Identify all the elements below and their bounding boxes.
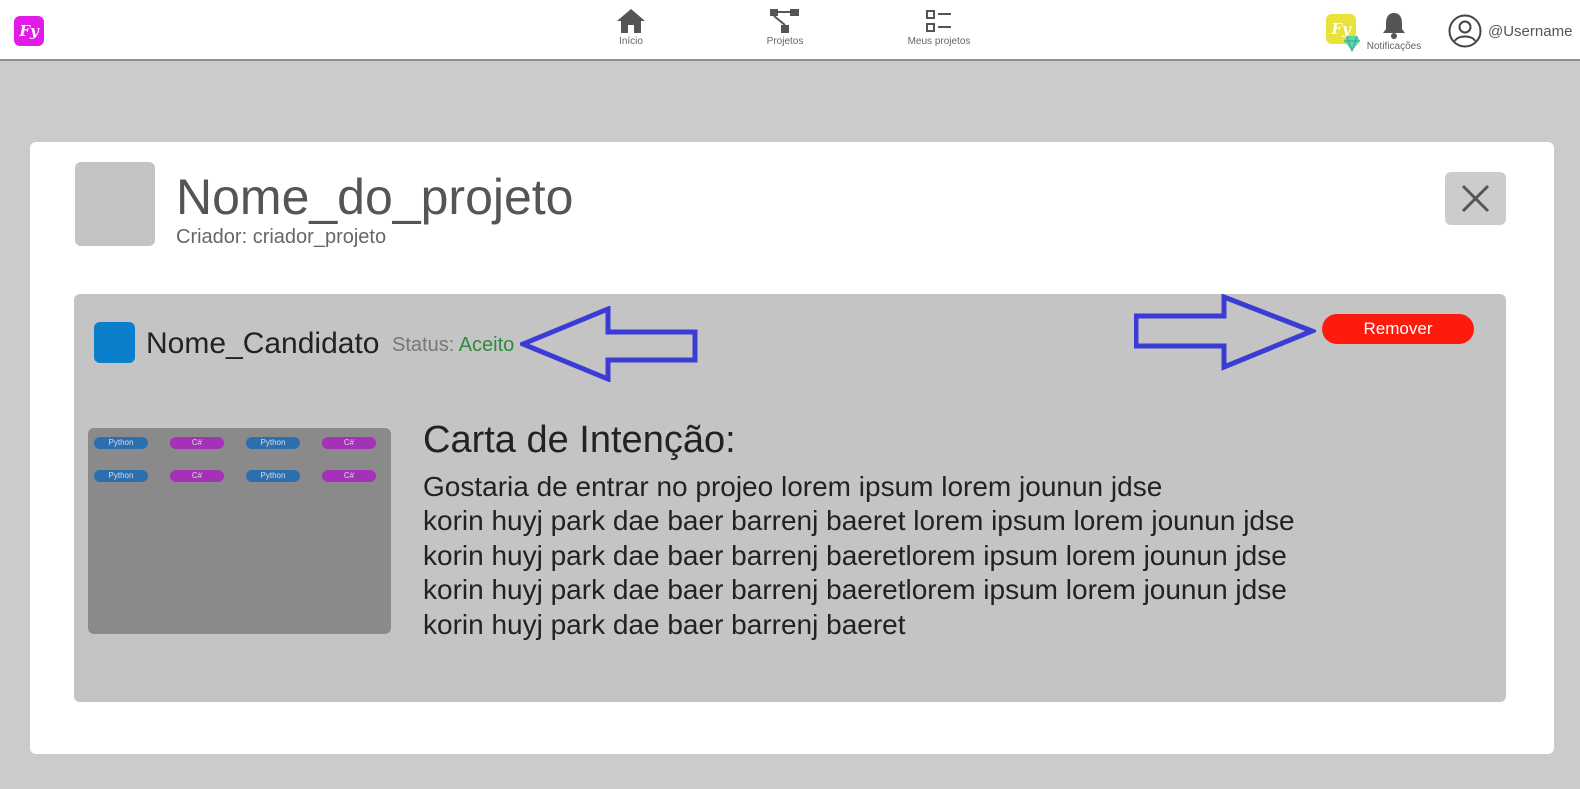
list-icon	[926, 10, 951, 32]
status-label: Status:	[392, 334, 455, 356]
nav-label: Meus projetos	[907, 36, 971, 47]
status-value: Aceito	[458, 334, 515, 356]
letter-line: korin huyj park dae baer barrenj baeret …	[423, 505, 1295, 537]
letter-line: Gostaria de entrar no projeo lorem ipsum…	[423, 471, 1163, 502]
user-menu[interactable]: @Username	[1448, 14, 1572, 48]
letter-body: Gostaria de entrar no projeo lorem ipsum…	[423, 470, 1319, 642]
nav-item-inicio[interactable]: Início	[586, 8, 676, 47]
remove-button[interactable]: Remover	[1322, 314, 1474, 344]
candidate-card: Nome_Candidato Status: Aceito Remover Py…	[74, 294, 1506, 702]
project-title: Nome_do_projeto	[176, 169, 574, 225]
top-navigation-bar: Fy Início Projetos Meus projetos Fy Noti…	[0, 0, 1580, 61]
diamond-icon	[1344, 35, 1360, 52]
nav-label: Projetos	[766, 36, 804, 47]
skill-tag: Python	[94, 437, 148, 449]
username: @Username	[1488, 22, 1573, 40]
candidate-status: Status: Aceito	[392, 334, 514, 357]
nav-item-meus-projetos[interactable]: Meus projetos	[894, 8, 984, 47]
notifications-button[interactable]: Notificações	[1364, 11, 1424, 52]
skill-tag: Python	[246, 437, 300, 449]
skill-tag: Python	[94, 470, 148, 482]
letter-line: korin huyj park dae baer barrenj baeret	[423, 608, 906, 640]
candidate-name[interactable]: Nome_Candidato	[146, 327, 379, 361]
home-icon	[617, 9, 645, 33]
project-creator: Criador: criador_projeto	[176, 226, 387, 248]
notifications-label: Notificações	[1366, 41, 1422, 52]
annotation-arrow-left-icon	[520, 306, 698, 382]
skill-tag: Python	[246, 470, 300, 482]
project-image	[75, 162, 155, 246]
skills-panel: Python C# Python C# Python C# Python C#	[88, 428, 391, 634]
annotation-arrow-right-icon	[1134, 294, 1316, 371]
nav-item-projetos[interactable]: Projetos	[740, 8, 830, 47]
app-logo[interactable]: Fy	[14, 16, 44, 46]
bell-icon	[1383, 13, 1405, 39]
skill-tag: C#	[170, 470, 224, 482]
close-button[interactable]	[1445, 172, 1506, 225]
project-candidate-modal: Nome_do_projeto Criador: criador_projeto…	[30, 142, 1554, 754]
close-icon	[1461, 184, 1490, 213]
skill-tag: C#	[322, 470, 376, 482]
letter-title: Carta de Intenção:	[423, 419, 736, 461]
nav-label: Início	[619, 36, 643, 47]
skill-tag: C#	[322, 437, 376, 449]
user-avatar-icon	[1448, 14, 1482, 48]
projects-icon	[770, 9, 799, 33]
letter-line: korin huyj park dae baer barrenj baeretl…	[423, 574, 1287, 606]
skill-tag: C#	[170, 437, 224, 449]
candidate-avatar	[94, 322, 135, 363]
letter-line: korin huyj park dae baer barrenj baeretl…	[423, 539, 1287, 571]
